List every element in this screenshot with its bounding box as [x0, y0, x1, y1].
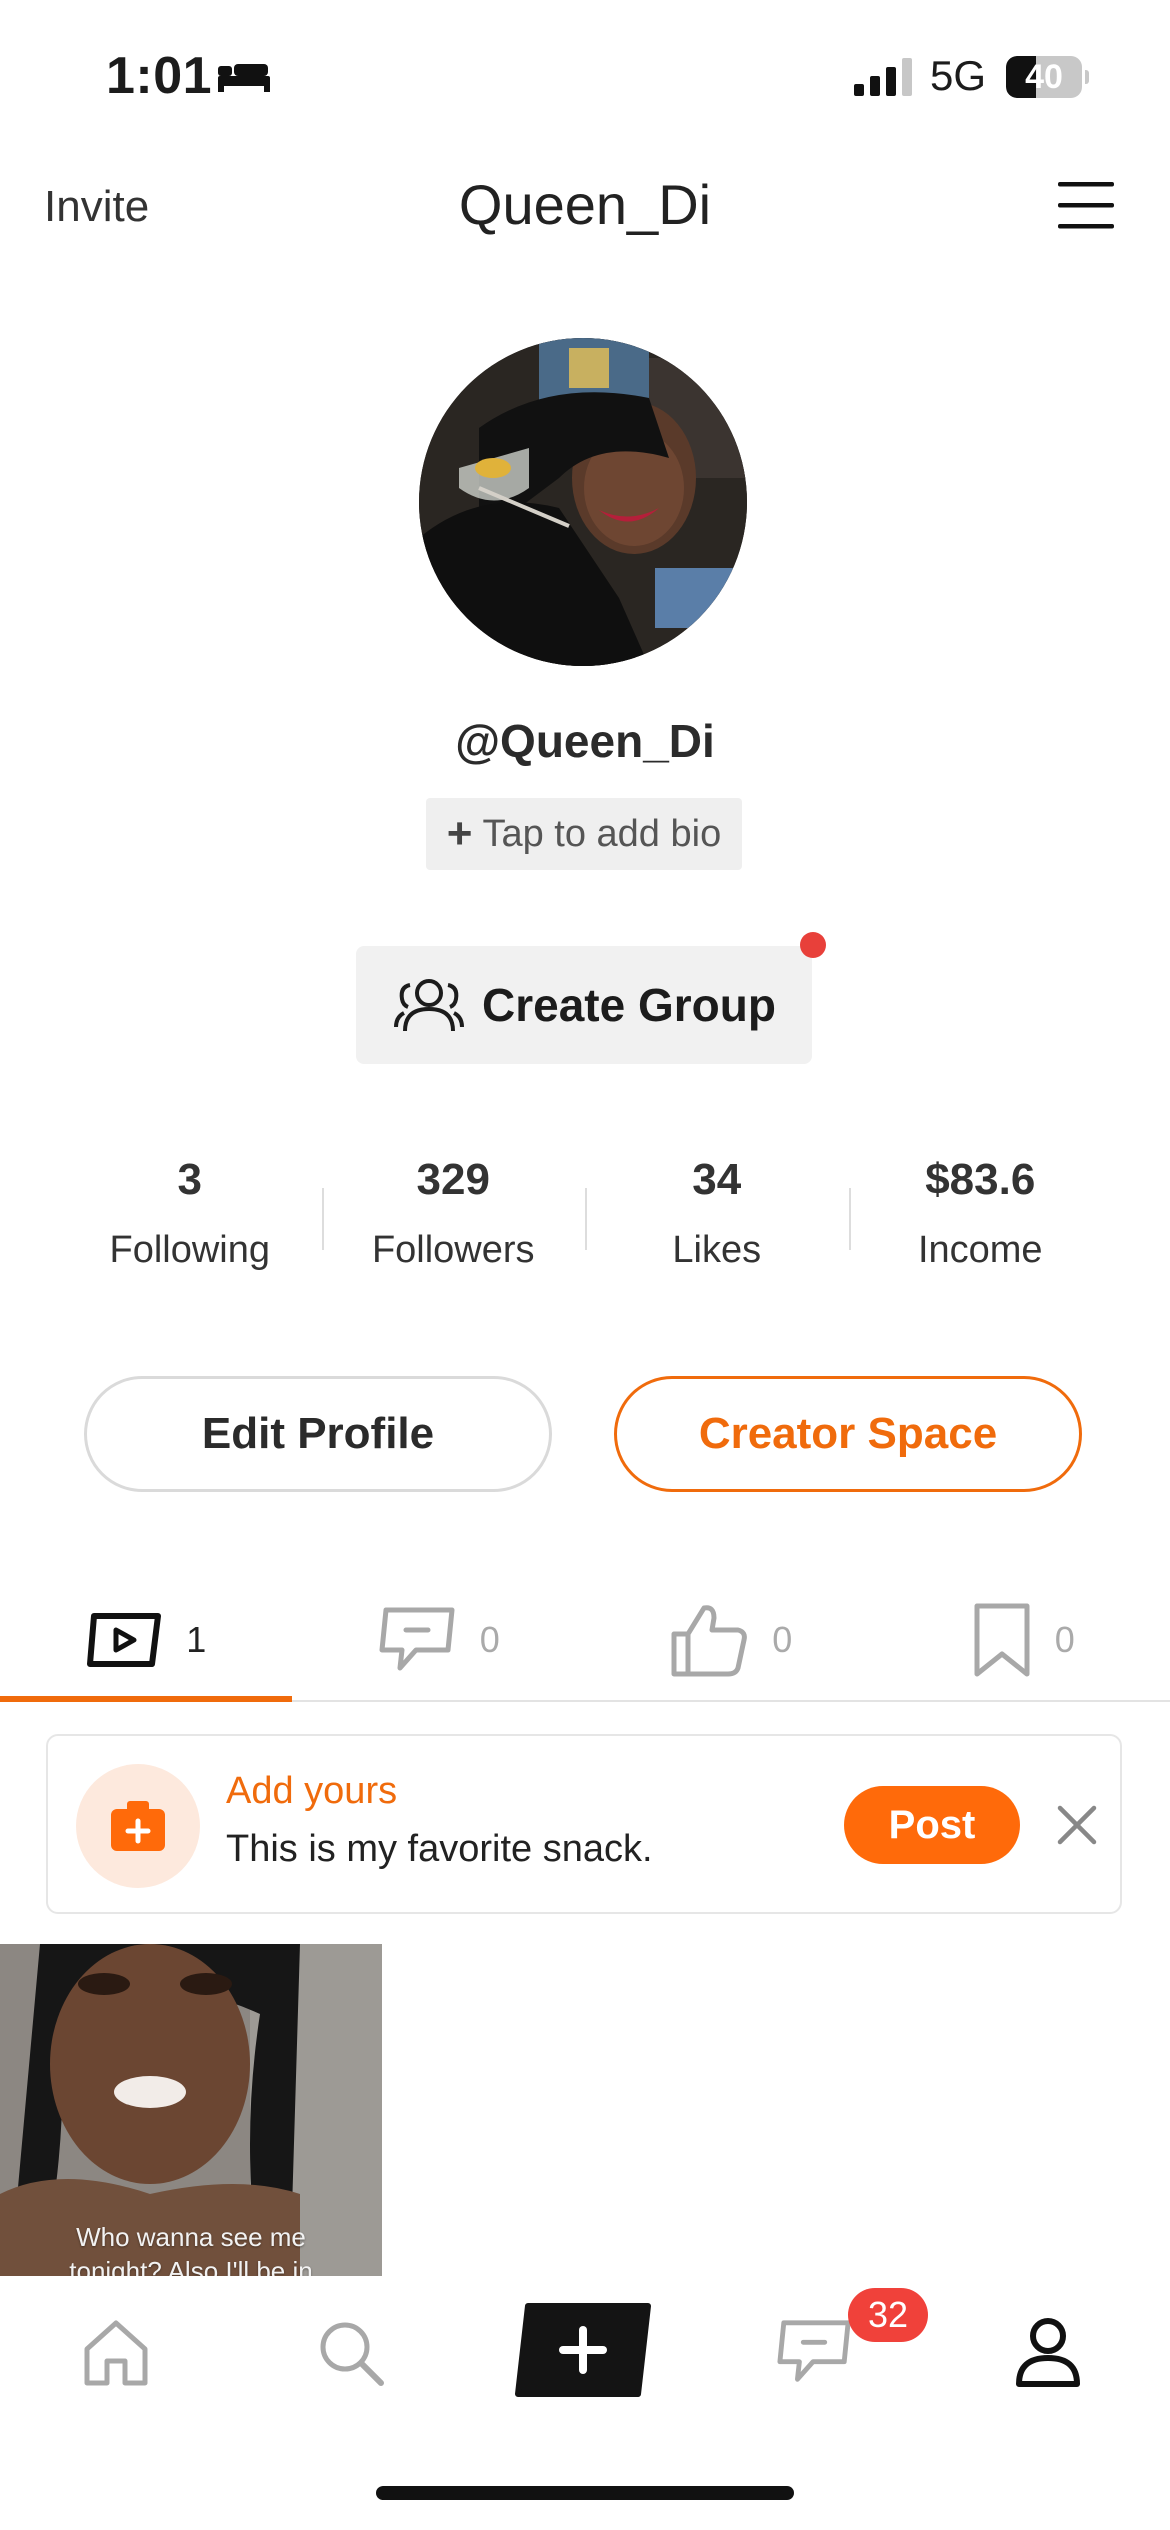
tab-count: 1 — [186, 1619, 207, 1660]
stat-income[interactable]: $83.6 Income — [848, 1150, 1113, 1290]
home-indicator — [376, 2486, 794, 2500]
stat-following[interactable]: 3 Following — [58, 1150, 322, 1290]
create-group-button[interactable]: Create Group — [356, 946, 812, 1064]
edit-profile-button[interactable]: Edit Profile — [84, 1376, 552, 1492]
username: @Queen_Di — [455, 715, 715, 767]
video-thumbnail[interactable]: Who wanna see me tonight? Also I'll be i… — [0, 1944, 382, 2276]
status-time: 1:01 — [106, 47, 213, 105]
profile-stats: 3 Following 329 Followers 34 Likes $83.6… — [58, 1150, 1112, 1290]
add-yours-icon — [76, 1764, 200, 1888]
avatar[interactable] — [419, 338, 747, 666]
stat-followers[interactable]: 329 Followers — [321, 1150, 586, 1290]
content-tabs: 1 0 0 0 — [0, 1580, 1170, 1702]
add-yours-title: Add yours — [226, 1770, 398, 1812]
network-label: 5G — [930, 52, 987, 99]
stat-label: Income — [917, 1229, 1043, 1271]
tab-likes[interactable]: 0 — [585, 1580, 878, 1700]
invite-link[interactable]: Invite — [44, 182, 149, 232]
battery-icon: 40 — [1006, 56, 1089, 98]
profile-icon — [1016, 2318, 1080, 2387]
tab-count: 0 — [479, 1619, 500, 1660]
video-caption: Who wanna see me — [76, 2222, 306, 2252]
stat-label: Following — [109, 1229, 271, 1271]
video-caption: tonight? Also I'll be in — [69, 2256, 313, 2276]
camera-plus-icon — [111, 1801, 165, 1851]
status-bar: 1:01 5G 40 — [0, 0, 1170, 150]
thumbs-up-icon — [671, 1605, 748, 1677]
create-group-label: Create Group — [482, 979, 776, 1031]
plus-icon: + — [446, 809, 473, 858]
tab-count: 0 — [772, 1619, 793, 1660]
notification-dot — [800, 932, 826, 958]
tab-comments[interactable]: 0 — [293, 1580, 586, 1700]
nav-search[interactable] — [300, 2302, 400, 2402]
stat-label: Followers — [371, 1229, 535, 1271]
add-yours-banner[interactable]: Add yours This is my favorite snack. Pos… — [46, 1734, 1122, 1914]
tab-count: 0 — [1054, 1619, 1075, 1660]
search-icon — [320, 2322, 384, 2386]
stat-value: $83.6 — [925, 1155, 1036, 1204]
stat-value: 329 — [416, 1155, 490, 1204]
tab-videos[interactable]: 1 — [0, 1580, 293, 1702]
tab-saved[interactable]: 0 — [878, 1580, 1170, 1700]
group-icon — [394, 979, 465, 1032]
nav-home[interactable] — [66, 2302, 166, 2402]
post-button[interactable]: Post — [844, 1786, 1020, 1864]
creator-space-button[interactable]: Creator Space — [614, 1376, 1082, 1492]
menu-icon[interactable] — [1056, 178, 1116, 232]
create-post-button[interactable] — [514, 2302, 652, 2398]
bio-placeholder: Tap to add bio — [482, 812, 722, 855]
stat-label: Likes — [672, 1229, 762, 1271]
active-tab-indicator — [0, 1696, 292, 1702]
add-bio-button[interactable]: + Tap to add bio — [426, 798, 742, 870]
avatar-photo — [419, 338, 747, 666]
video-icon — [87, 1613, 162, 1667]
signal-icon — [854, 58, 912, 96]
messages-icon — [777, 2320, 851, 2382]
stat-value: 34 — [692, 1155, 742, 1204]
close-icon[interactable] — [1050, 1798, 1104, 1852]
messages-badge: 32 — [848, 2288, 928, 2342]
page-title: Queen_Di — [458, 173, 712, 236]
stat-likes[interactable]: 34 Likes — [585, 1150, 849, 1290]
bookmark-icon — [974, 1603, 1030, 1677]
header: Invite Queen_Di — [0, 160, 1170, 260]
home-icon — [84, 2320, 148, 2386]
comment-icon — [379, 1607, 455, 1671]
nav-profile[interactable] — [998, 2302, 1098, 2402]
stat-value: 3 — [177, 1155, 202, 1204]
add-yours-prompt: This is my favorite snack. — [226, 1828, 653, 1870]
battery-text: 40 — [1025, 58, 1063, 96]
bed-icon — [218, 64, 270, 92]
